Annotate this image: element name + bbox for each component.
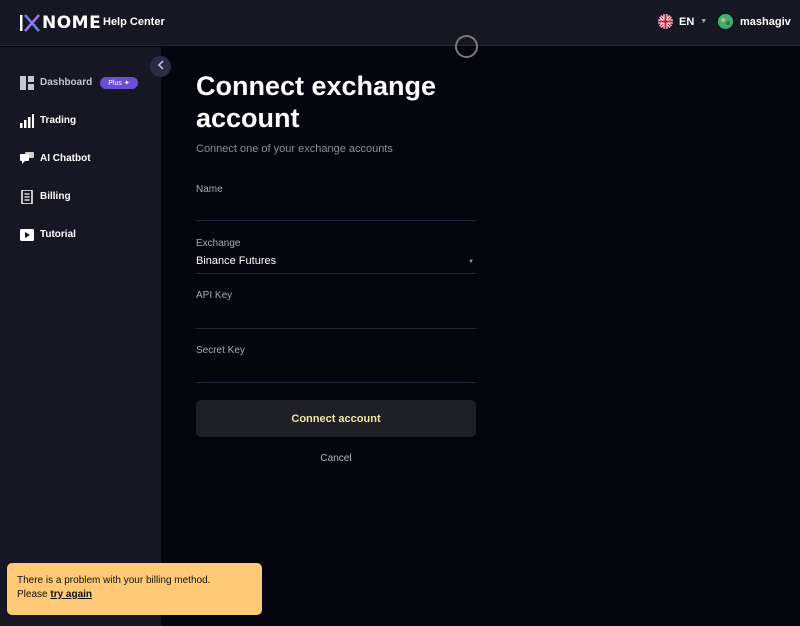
sidebar-item-billing[interactable]: Billing (19, 189, 71, 204)
logo-icon (20, 14, 40, 32)
bar-chart-icon (19, 113, 34, 128)
avatar (718, 14, 733, 29)
secret-key-input[interactable] (196, 363, 456, 375)
plus-badge: Plus ✦ (100, 76, 138, 89)
name-input[interactable] (196, 201, 456, 213)
sidebar-item-label: AI Chatbot (40, 153, 91, 164)
play-icon (19, 227, 34, 242)
connect-account-button[interactable]: Connect account (196, 400, 476, 437)
sidebar-item-trading[interactable]: Trading (19, 113, 76, 128)
secret-key-field[interactable]: Secret Key (196, 345, 476, 383)
cancel-button[interactable]: Cancel (196, 453, 476, 464)
page-subtitle: Connect one of your exchange accounts (196, 143, 393, 155)
toast-prefix: Please (17, 589, 48, 600)
name-field[interactable]: Name (196, 183, 476, 221)
sparkle-icon: ✦ (123, 79, 130, 87)
toast-message: There is a problem with your billing met… (17, 575, 211, 586)
sidebar-item-dashboard[interactable]: Dashboard Plus ✦ (19, 75, 138, 90)
api-key-label: API Key (196, 290, 233, 301)
page-title: Connect exchange account (196, 71, 437, 133)
chat-icon (19, 151, 34, 166)
sidebar-item-label: Trading (40, 115, 77, 126)
exchange-label: Exchange (196, 238, 241, 249)
sidebar-item-label: Billing (40, 191, 71, 202)
exchange-value: Binance Futures (196, 255, 277, 267)
dashboard-icon (19, 75, 34, 90)
collapse-sidebar-button[interactable] (150, 56, 171, 77)
sidebar: Dashboard Plus ✦ Trading AI Chatbot Bill… (0, 47, 161, 626)
help-center-link[interactable]: Help Center (103, 16, 165, 28)
try-again-link[interactable]: try again (50, 589, 92, 600)
logo[interactable]: NOME (19, 13, 101, 33)
sidebar-item-tutorial[interactable]: Tutorial (19, 227, 76, 242)
exchange-select[interactable]: Exchange Binance Futures ▼ (196, 237, 476, 274)
top-bar: NOME Help Center EN ▼ mashagiv (0, 0, 800, 46)
secret-key-label: Secret Key (196, 345, 245, 356)
uk-flag-icon (658, 14, 673, 29)
name-label: Name (196, 184, 223, 195)
language-selector[interactable]: EN ▼ (658, 14, 707, 29)
api-key-field[interactable]: API Key (196, 290, 476, 329)
api-key-input[interactable] (196, 308, 456, 320)
toast-action-line: Please try again (17, 588, 252, 602)
sidebar-item-label: Tutorial (40, 229, 76, 240)
dropdown-arrow-icon: ▼ (468, 259, 474, 265)
billing-error-toast: There is a problem with your billing met… (7, 563, 262, 615)
sidebar-item-ai-chatbot[interactable]: AI Chatbot (19, 151, 91, 166)
sidebar-item-label: Dashboard (40, 77, 93, 88)
language-label: EN (679, 15, 695, 28)
chevron-down-icon: ▼ (700, 18, 708, 25)
cursor-indicator (455, 35, 478, 58)
receipt-icon (19, 189, 34, 204)
chevron-left-icon (157, 60, 165, 73)
logo-text: NOME (42, 13, 102, 33)
user-menu[interactable]: mashagiv (718, 14, 791, 29)
username: mashagiv (740, 15, 791, 28)
